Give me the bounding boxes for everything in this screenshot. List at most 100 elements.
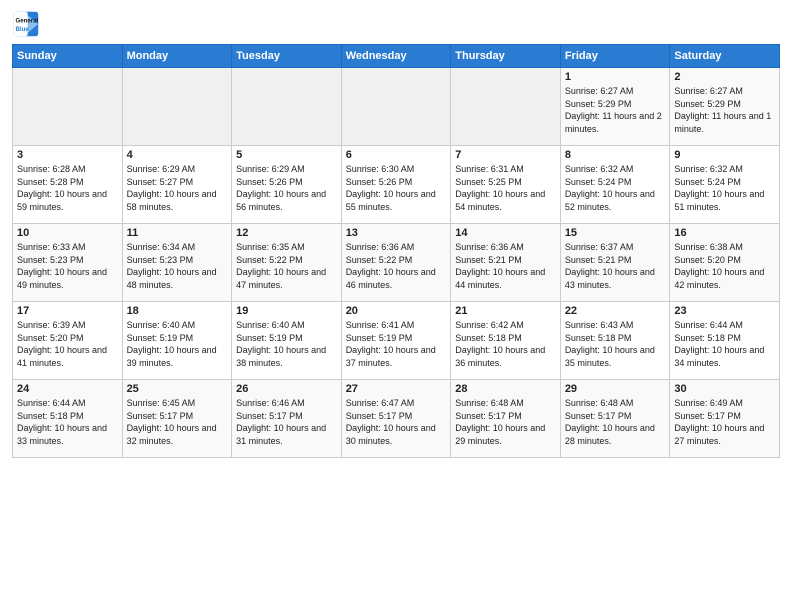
calendar-cell <box>451 68 561 146</box>
day-number: 15 <box>565 227 666 239</box>
calendar-cell: 21 Sunrise: 6:42 AM Sunset: 5:18 PM Dayli… <box>451 302 561 380</box>
day-info: Sunrise: 6:48 AM Sunset: 5:17 PM Dayligh… <box>565 397 666 447</box>
day-info: Sunrise: 6:27 AM Sunset: 5:29 PM Dayligh… <box>674 85 775 135</box>
calendar-cell: 3 Sunrise: 6:28 AM Sunset: 5:28 PM Daylig… <box>13 146 123 224</box>
day-number: 17 <box>17 305 118 317</box>
week-row-0: 1 Sunrise: 6:27 AM Sunset: 5:29 PM Daylig… <box>13 68 780 146</box>
day-info: Sunrise: 6:31 AM Sunset: 5:25 PM Dayligh… <box>455 163 556 213</box>
weekday-header-wednesday: Wednesday <box>341 45 451 68</box>
day-info: Sunrise: 6:43 AM Sunset: 5:18 PM Dayligh… <box>565 319 666 369</box>
day-info: Sunrise: 6:27 AM Sunset: 5:29 PM Dayligh… <box>565 85 666 135</box>
calendar-cell: 24Sunrise: 6:44 AM Sunset: 5:18 PM Dayli… <box>13 380 123 458</box>
calendar-cell: 11 Sunrise: 6:34 AM Sunset: 5:23 PM Dayli… <box>122 224 232 302</box>
day-number: 10 <box>17 227 118 239</box>
day-number: 1 <box>565 71 666 83</box>
logo-icon: General Blue <box>12 10 40 38</box>
day-info: Sunrise: 6:36 AM Sunset: 5:21 PM Dayligh… <box>455 241 556 291</box>
day-number: 28 <box>455 383 556 395</box>
day-info: Sunrise: 6:32 AM Sunset: 5:24 PM Dayligh… <box>674 163 775 213</box>
day-number: 23 <box>674 305 775 317</box>
day-info: Sunrise: 6:36 AM Sunset: 5:22 PM Dayligh… <box>346 241 447 291</box>
day-number: 30 <box>674 383 775 395</box>
calendar-cell: 29 Sunrise: 6:48 AM Sunset: 5:17 PM Dayli… <box>560 380 670 458</box>
day-number: 5 <box>236 149 337 161</box>
calendar-cell: 13 Sunrise: 6:36 AM Sunset: 5:22 PM Dayli… <box>341 224 451 302</box>
day-info: Sunrise: 6:49 AM Sunset: 5:17 PM Dayligh… <box>674 397 775 447</box>
day-number: 25 <box>127 383 228 395</box>
day-info: Sunrise: 6:39 AM Sunset: 5:20 PM Dayligh… <box>17 319 118 369</box>
day-number: 12 <box>236 227 337 239</box>
day-info: Sunrise: 6:42 AM Sunset: 5:18 PM Dayligh… <box>455 319 556 369</box>
calendar-cell: 10 Sunrise: 6:33 AM Sunset: 5:23 PM Dayli… <box>13 224 123 302</box>
day-number: 11 <box>127 227 228 239</box>
calendar-cell: 9 Sunrise: 6:32 AM Sunset: 5:24 PM Daylig… <box>670 146 780 224</box>
calendar-cell: 12 Sunrise: 6:35 AM Sunset: 5:22 PM Dayli… <box>232 224 342 302</box>
week-row-1: 3 Sunrise: 6:28 AM Sunset: 5:28 PM Daylig… <box>13 146 780 224</box>
day-number: 6 <box>346 149 447 161</box>
calendar-cell: 7 Sunrise: 6:31 AM Sunset: 5:25 PM Daylig… <box>451 146 561 224</box>
day-info: Sunrise: 6:48 AM Sunset: 5:17 PM Dayligh… <box>455 397 556 447</box>
week-row-2: 10 Sunrise: 6:33 AM Sunset: 5:23 PM Dayli… <box>13 224 780 302</box>
weekday-header-tuesday: Tuesday <box>232 45 342 68</box>
day-info: Sunrise: 6:33 AM Sunset: 5:23 PM Dayligh… <box>17 241 118 291</box>
calendar-cell: 4Sunrise: 6:29 AM Sunset: 5:27 PM Daylig… <box>122 146 232 224</box>
day-info: Sunrise: 6:34 AM Sunset: 5:23 PM Dayligh… <box>127 241 228 291</box>
day-info: Sunrise: 6:46 AM Sunset: 5:17 PM Dayligh… <box>236 397 337 447</box>
calendar-cell: 25 Sunrise: 6:45 AM Sunset: 5:17 PM Dayli… <box>122 380 232 458</box>
day-number: 29 <box>565 383 666 395</box>
day-number: 7 <box>455 149 556 161</box>
week-row-3: 17 Sunrise: 6:39 AM Sunset: 5:20 PM Dayli… <box>13 302 780 380</box>
week-row-4: 24Sunrise: 6:44 AM Sunset: 5:18 PM Dayli… <box>13 380 780 458</box>
calendar-cell: 23 Sunrise: 6:44 AM Sunset: 5:18 PM Dayli… <box>670 302 780 380</box>
calendar-cell: 1 Sunrise: 6:27 AM Sunset: 5:29 PM Daylig… <box>560 68 670 146</box>
calendar-cell <box>13 68 123 146</box>
calendar-cell: 15 Sunrise: 6:37 AM Sunset: 5:21 PM Dayli… <box>560 224 670 302</box>
calendar-cell: 8Sunrise: 6:32 AM Sunset: 5:24 PM Daylig… <box>560 146 670 224</box>
day-info: Sunrise: 6:32 AM Sunset: 5:24 PM Dayligh… <box>565 163 666 213</box>
day-info: Sunrise: 6:35 AM Sunset: 5:22 PM Dayligh… <box>236 241 337 291</box>
day-info: Sunrise: 6:47 AM Sunset: 5:17 PM Dayligh… <box>346 397 447 447</box>
day-number: 26 <box>236 383 337 395</box>
weekday-header-monday: Monday <box>122 45 232 68</box>
day-number: 9 <box>674 149 775 161</box>
calendar-cell: 6Sunrise: 6:30 AM Sunset: 5:26 PM Daylig… <box>341 146 451 224</box>
day-info: Sunrise: 6:37 AM Sunset: 5:21 PM Dayligh… <box>565 241 666 291</box>
day-info: Sunrise: 6:45 AM Sunset: 5:17 PM Dayligh… <box>127 397 228 447</box>
weekday-header-thursday: Thursday <box>451 45 561 68</box>
calendar-cell: 18Sunrise: 6:40 AM Sunset: 5:19 PM Dayli… <box>122 302 232 380</box>
calendar-cell: 5 Sunrise: 6:29 AM Sunset: 5:26 PM Daylig… <box>232 146 342 224</box>
day-info: Sunrise: 6:28 AM Sunset: 5:28 PM Dayligh… <box>17 163 118 213</box>
calendar-cell: 14 Sunrise: 6:36 AM Sunset: 5:21 PM Dayli… <box>451 224 561 302</box>
weekday-header-friday: Friday <box>560 45 670 68</box>
calendar-cell: 30 Sunrise: 6:49 AM Sunset: 5:17 PM Dayli… <box>670 380 780 458</box>
page-container: General Blue SundayMondayTuesdayWednesda… <box>0 0 792 612</box>
svg-text:General: General <box>16 17 39 24</box>
day-number: 13 <box>346 227 447 239</box>
calendar-cell: 27 Sunrise: 6:47 AM Sunset: 5:17 PM Dayli… <box>341 380 451 458</box>
day-info: Sunrise: 6:44 AM Sunset: 5:18 PM Dayligh… <box>17 397 118 447</box>
calendar-cell: 20Sunrise: 6:41 AM Sunset: 5:19 PM Dayli… <box>341 302 451 380</box>
weekday-header-row: SundayMondayTuesdayWednesdayThursdayFrid… <box>13 45 780 68</box>
calendar-cell: 26 Sunrise: 6:46 AM Sunset: 5:17 PM Dayli… <box>232 380 342 458</box>
calendar-cell: 16Sunrise: 6:38 AM Sunset: 5:20 PM Dayli… <box>670 224 780 302</box>
weekday-header-sunday: Sunday <box>13 45 123 68</box>
day-info: Sunrise: 6:44 AM Sunset: 5:18 PM Dayligh… <box>674 319 775 369</box>
calendar-cell: 22Sunrise: 6:43 AM Sunset: 5:18 PM Dayli… <box>560 302 670 380</box>
day-number: 2 <box>674 71 775 83</box>
day-info: Sunrise: 6:38 AM Sunset: 5:20 PM Dayligh… <box>674 241 775 291</box>
day-info: Sunrise: 6:29 AM Sunset: 5:26 PM Dayligh… <box>236 163 337 213</box>
svg-text:Blue: Blue <box>16 26 30 33</box>
calendar-cell <box>341 68 451 146</box>
calendar-cell: 28 Sunrise: 6:48 AM Sunset: 5:17 PM Dayli… <box>451 380 561 458</box>
day-number: 14 <box>455 227 556 239</box>
day-number: 3 <box>17 149 118 161</box>
day-number: 19 <box>236 305 337 317</box>
calendar-cell: 17 Sunrise: 6:39 AM Sunset: 5:20 PM Dayli… <box>13 302 123 380</box>
weekday-header-saturday: Saturday <box>670 45 780 68</box>
calendar-table: SundayMondayTuesdayWednesdayThursdayFrid… <box>12 44 780 458</box>
day-number: 21 <box>455 305 556 317</box>
day-number: 4 <box>127 149 228 161</box>
day-number: 27 <box>346 383 447 395</box>
logo: General Blue <box>12 10 40 38</box>
day-info: Sunrise: 6:41 AM Sunset: 5:19 PM Dayligh… <box>346 319 447 369</box>
